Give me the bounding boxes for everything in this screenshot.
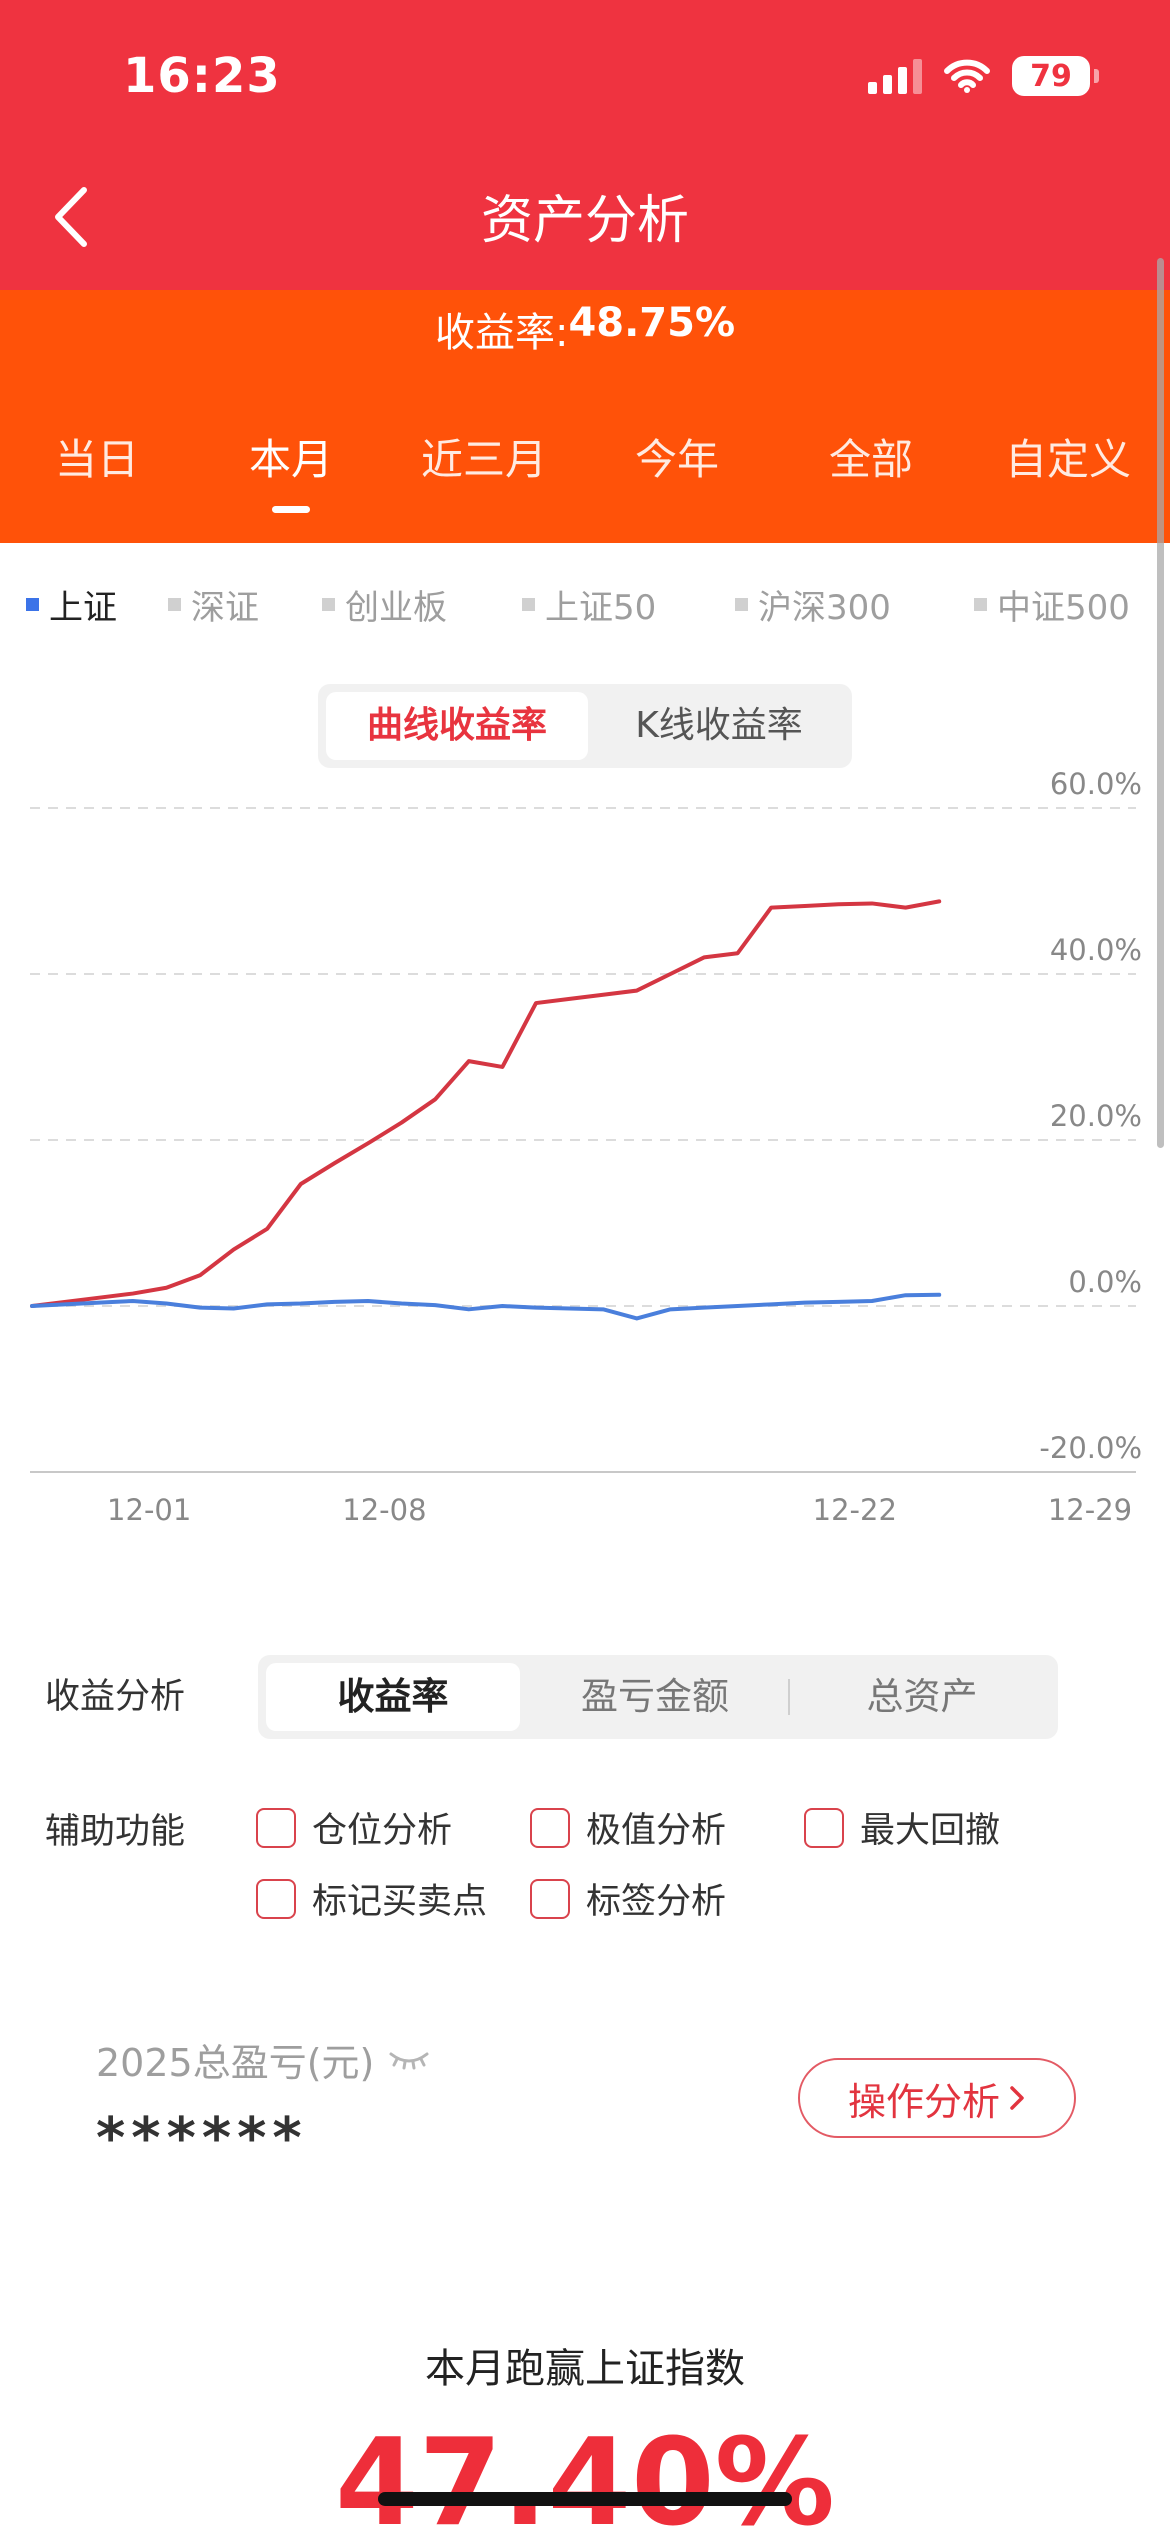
tab-this-year[interactable]: 今年 (587, 426, 767, 487)
legend-marker-icon (522, 598, 535, 611)
checkbox-label: 标记买卖点 (312, 1882, 488, 1922)
checkbox-label: 最大回撤 (860, 1811, 1001, 1851)
tab-today[interactable]: 当日 (7, 426, 187, 487)
status-time: 16:23 (123, 48, 281, 104)
checkbox-label: 仓位分析 (312, 1811, 453, 1851)
total-pnl-title: 2025总盈亏(元) (96, 2041, 375, 2085)
hidden-eye-icon[interactable] (388, 2048, 430, 2072)
tab-pnl-amount[interactable]: 盈亏金额 (528, 1663, 782, 1731)
index-label: 创业板 (345, 588, 447, 628)
tab-divider (788, 1679, 790, 1715)
index-label: 深证 (191, 588, 259, 628)
checkbox-label: 标签分析 (586, 1882, 727, 1922)
cellular-signal-icon (868, 58, 922, 94)
legend-marker-icon (26, 598, 39, 611)
checkbox-icon (530, 1878, 570, 1919)
active-tab-indicator (272, 506, 310, 513)
index-label: 沪深300 (758, 588, 891, 628)
index-shenzhen[interactable]: 深证 (168, 580, 259, 629)
summary-header: 收益率: 48.75% 当日 本月 近三月 今年 全部 自定义 (0, 290, 1170, 543)
tab-yield-rate[interactable]: 收益率 (266, 1663, 520, 1731)
y-tick-label: 40.0% (1050, 933, 1142, 967)
max-drawdown-checkbox[interactable]: 最大回撤 (804, 1802, 1000, 1853)
legend-marker-icon (735, 598, 748, 611)
total-pnl-value: ****** (96, 2106, 308, 2171)
index-label: 中证500 (997, 588, 1130, 628)
x-tick-label: 12-01 (107, 1493, 191, 1527)
checkbox-icon (256, 1878, 296, 1919)
index-csi300[interactable]: 沪深300 (735, 580, 891, 629)
portfolio-yield-line (30, 899, 942, 1308)
checkbox-icon (530, 1807, 570, 1848)
beat-index-title: 本月跑赢上证指数 (425, 2346, 745, 2392)
legend-marker-icon (168, 598, 181, 611)
chevron-right-icon (1010, 2086, 1024, 2110)
battery-icon: 79 (1012, 56, 1099, 96)
checkbox-label: 极值分析 (586, 1811, 727, 1851)
metric-tabs: 收益率 盈亏金额 总资产 (258, 1655, 1058, 1739)
checkbox-icon (804, 1807, 844, 1848)
index-chinext[interactable]: 创业板 (322, 580, 447, 629)
yield-value: 48.75% (568, 300, 736, 346)
yield-label: 收益率: (434, 310, 569, 356)
legend-marker-icon (974, 598, 987, 611)
period-tabs: 当日 本月 近三月 今年 全部 自定义 (0, 426, 1170, 496)
yield-summary: 收益率: 48.75% (0, 300, 1170, 358)
operation-analysis-label: 操作分析 (847, 2079, 1000, 2124)
tab-custom[interactable]: 自定义 (978, 426, 1158, 487)
y-tick-label: 60.0% (1050, 767, 1142, 801)
page-title: 资产分析 (480, 191, 689, 251)
y-tick-label: 20.0% (1050, 1099, 1142, 1133)
top-bar: 16:23 79 资产分析 (0, 0, 1170, 290)
x-tick-label: 12-08 (342, 1493, 426, 1527)
y-tick-label: 0.0% (1068, 1265, 1142, 1299)
checkbox-icon (256, 1807, 296, 1848)
legend-marker-icon (322, 598, 335, 611)
operation-analysis-button[interactable]: 操作分析 (798, 2058, 1076, 2138)
status-icons: 79 (868, 56, 1099, 96)
y-tick-label: -20.0% (1039, 1431, 1142, 1465)
back-button[interactable] (46, 182, 96, 252)
beat-index-value: 47.40% (335, 2414, 835, 2532)
index-sse50[interactable]: 上证50 (522, 580, 656, 629)
total-pnl-label: 2025总盈亏(元) (96, 2032, 430, 2087)
tag-analysis-checkbox[interactable]: 标签分析 (530, 1873, 726, 1924)
position-analysis-checkbox[interactable]: 仓位分析 (256, 1802, 452, 1853)
chart-mode-toggle: 曲线收益率 K线收益率 (318, 684, 852, 768)
index-yield-line (30, 1292, 942, 1321)
kline-yield-button[interactable]: K线收益率 (594, 692, 844, 760)
index-shanghai[interactable]: 上证 (26, 580, 117, 629)
home-indicator[interactable] (378, 2492, 792, 2506)
index-label: 上证 (49, 588, 117, 628)
yield-chart[interactable]: 60.0% 40.0% 20.0% 0.0% -20.0% 12-01 12-08 12-22… (0, 760, 1170, 1580)
wifi-icon (944, 59, 990, 93)
index-selector: 上证 深证 创业板 上证50 沪深300 中证500 (0, 580, 1170, 630)
x-tick-label: 12-22 (813, 1493, 897, 1527)
analysis-label: 收益分析 (45, 1677, 186, 1717)
tab-three-months[interactable]: 近三月 (394, 426, 574, 487)
x-tick-label: 12-29 (1048, 1493, 1132, 1527)
tab-all[interactable]: 全部 (781, 426, 961, 487)
index-csi500[interactable]: 中证500 (974, 580, 1130, 629)
tab-this-month[interactable]: 本月 (201, 426, 381, 487)
tab-total-assets[interactable]: 总资产 (794, 1663, 1050, 1731)
assist-label: 辅助功能 (45, 1812, 186, 1852)
mark-trades-checkbox[interactable]: 标记买卖点 (256, 1873, 487, 1924)
curve-yield-button[interactable]: 曲线收益率 (326, 692, 588, 760)
extreme-analysis-checkbox[interactable]: 极值分析 (530, 1802, 726, 1853)
index-label: 上证50 (545, 588, 657, 628)
